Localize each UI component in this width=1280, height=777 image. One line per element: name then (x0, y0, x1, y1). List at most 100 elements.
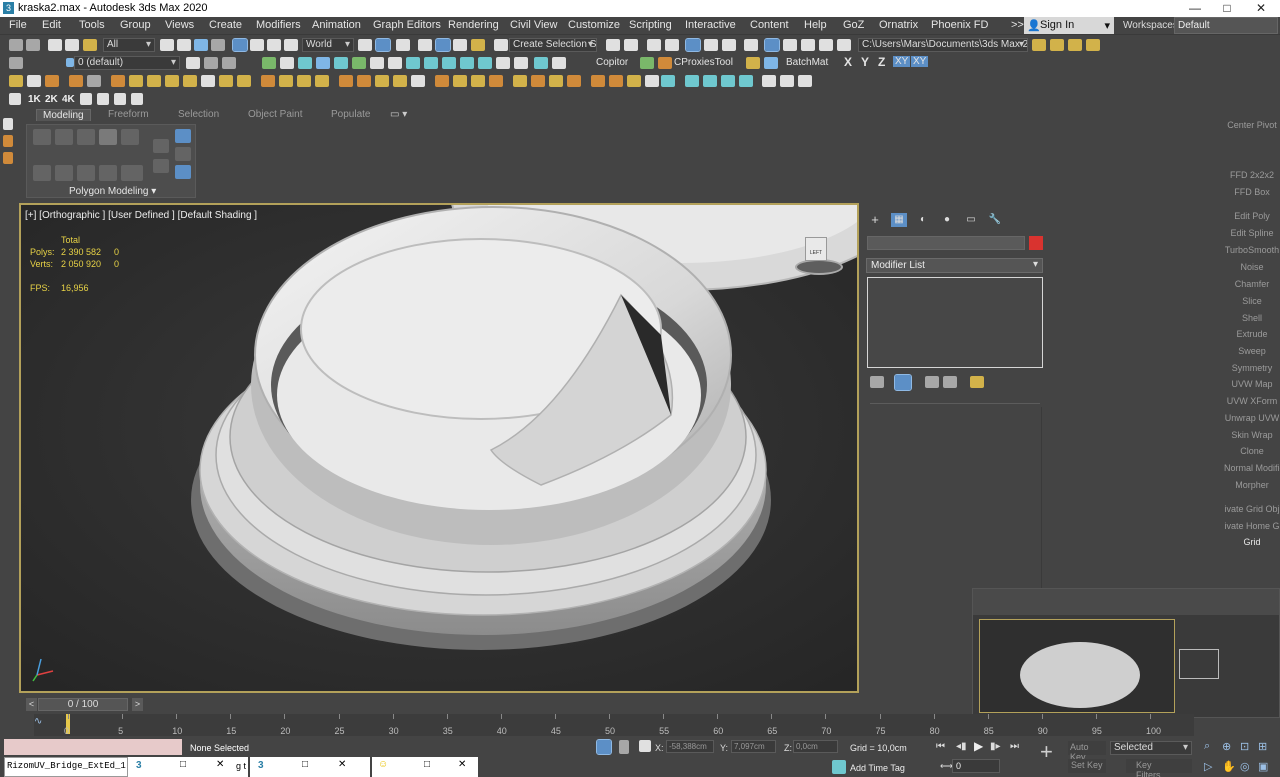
tool-icon-38[interactable] (721, 75, 735, 87)
menu-customize[interactable]: Customize (568, 19, 620, 31)
taskbar-window-3[interactable]: ☺ □ ✕ (372, 757, 478, 777)
script-icon-6[interactable] (352, 57, 366, 69)
minimize-button[interactable]: — (1180, 0, 1210, 17)
modbtn-ffd-box[interactable]: FFD Box (1224, 187, 1280, 197)
motion-tab-icon[interactable]: ● (939, 213, 955, 227)
curve-editor-icon[interactable] (704, 39, 718, 51)
select-move-icon[interactable] (232, 38, 248, 52)
menu-interactive[interactable]: Interactive (685, 19, 736, 31)
maximize-button[interactable]: □ (1212, 0, 1242, 17)
vertex-mode-icon[interactable] (33, 129, 51, 145)
undo-icon[interactable] (9, 39, 23, 51)
next-frame-icon[interactable]: ▮▸ (990, 741, 1001, 752)
menu-more[interactable]: >> (1011, 19, 1024, 31)
hierarchy-tab-icon[interactable]: ◐ (915, 213, 931, 227)
go-to-end-icon[interactable]: ⏭ (1010, 741, 1019, 752)
modify-tab-icon[interactable]: ▦ (891, 213, 907, 227)
tool-icon-36[interactable] (685, 75, 699, 87)
menu-content[interactable]: Content (750, 19, 789, 31)
select-object-icon[interactable] (160, 39, 174, 51)
modbtn-chamfer[interactable]: Chamfer (1224, 279, 1280, 289)
tab-populate[interactable]: Populate (331, 109, 370, 120)
crop-icon[interactable] (80, 93, 92, 105)
toggle-modifier-icon[interactable] (175, 147, 191, 161)
taskbar-close-icon-2[interactable]: ✕ (338, 759, 346, 770)
copitor-icon[interactable] (640, 57, 654, 69)
snaps-toggle-icon[interactable] (418, 39, 432, 51)
mirror-icon[interactable] (606, 39, 620, 51)
res-4k-button[interactable]: 4K (62, 94, 75, 105)
curve-editor-mini-icon[interactable]: ∿ (34, 716, 42, 727)
script-icon-12[interactable] (460, 57, 474, 69)
play-icon[interactable]: ▶ (974, 739, 983, 753)
tool-icon-33[interactable] (627, 75, 641, 87)
percent-snap-icon[interactable] (453, 39, 467, 51)
tool-icon-22[interactable] (411, 75, 425, 87)
close-button[interactable]: ✕ (1246, 0, 1276, 17)
reference-coordinate-dropdown[interactable]: World (302, 38, 354, 52)
y-coord-field[interactable]: 7,097cm (731, 740, 776, 753)
tool-icon-27[interactable] (513, 75, 527, 87)
tool-icon-32[interactable] (609, 75, 623, 87)
select-scale-icon[interactable] (267, 39, 281, 51)
menu-scripting[interactable]: Scripting (629, 19, 672, 31)
menu-civil-view[interactable]: Civil View (510, 19, 557, 31)
zoom-extents-icon[interactable]: ⊡ (1240, 740, 1249, 753)
modbtn-shell[interactable]: Shell (1224, 313, 1280, 323)
toggle-ribbon-icon[interactable] (685, 38, 701, 52)
set-key-button[interactable]: Set Key (1068, 759, 1106, 773)
key-filters-button[interactable]: Key Filters... (1126, 759, 1192, 777)
modbtn-sweep[interactable]: Sweep (1224, 346, 1280, 356)
container-icon-3[interactable] (3, 152, 13, 164)
viewport-label[interactable]: [+] [Orthographic ] [User Defined ] [Def… (25, 210, 257, 221)
project-folder-icon[interactable] (1086, 39, 1100, 51)
utilities-tab-icon[interactable]: 🔧 (987, 213, 1003, 227)
tool-icon-28[interactable] (531, 75, 545, 87)
axis-z-button[interactable]: Z (878, 55, 885, 69)
script-icon-5[interactable] (334, 57, 348, 69)
set-key-big-icon[interactable]: + (1040, 741, 1053, 763)
select-place-icon[interactable] (284, 39, 298, 51)
link-icon[interactable] (48, 39, 62, 51)
script-icon-7[interactable] (370, 57, 384, 69)
configure-modifier-sets-icon[interactable] (970, 376, 984, 388)
modifier-stack[interactable] (867, 277, 1043, 368)
render-setup-small-icon[interactable] (9, 93, 21, 105)
script-icon-16[interactable] (552, 57, 566, 69)
container-icon-1[interactable] (3, 118, 13, 130)
tool-icon-13[interactable] (237, 75, 251, 87)
tab-object-paint[interactable]: Object Paint (248, 109, 302, 120)
tool-icon-31[interactable] (591, 75, 605, 87)
axis-y-button[interactable]: Y (861, 55, 869, 69)
material-editor-icon[interactable] (744, 39, 758, 51)
script-icon-14[interactable] (496, 57, 510, 69)
make-unique-icon[interactable] (925, 376, 939, 388)
modify-mode-icon[interactable] (33, 165, 51, 181)
zoom-icon[interactable]: ⌕ (1204, 740, 1210, 753)
tool-icon-4[interactable] (69, 75, 83, 87)
tool-icon-25[interactable] (471, 75, 485, 87)
key-mode-toggle-icon[interactable]: ⟷ (940, 761, 953, 772)
time-slider-prev-button[interactable]: < (26, 698, 37, 711)
maxscript-listener-pink[interactable] (4, 739, 182, 755)
project-open-icon[interactable] (1050, 39, 1064, 51)
isolate-selection-icon[interactable] (619, 740, 629, 754)
globe-icon[interactable] (114, 93, 126, 105)
copitor-button[interactable]: Copitor (596, 57, 628, 68)
script-icon-3[interactable] (298, 57, 312, 69)
auto-key-button[interactable]: Auto Key (1068, 741, 1106, 762)
tool-icon-41[interactable] (780, 75, 794, 87)
taskbar-restore-icon[interactable]: □ (180, 759, 186, 770)
tool-icon-7[interactable] (129, 75, 143, 87)
batchmat-button[interactable]: BatchMat (786, 57, 828, 68)
rizom-bridge-item[interactable]: RizomUV_Bridge_ExtEd_1. (4, 757, 128, 777)
tab-freeform[interactable]: Freeform (108, 109, 149, 120)
tool-icon-1[interactable] (9, 75, 23, 87)
menu-animation[interactable]: Animation (312, 19, 361, 31)
key-selection-set-dropdown[interactable]: Selected (1110, 741, 1192, 755)
workspaces-dropdown[interactable]: Default (1174, 17, 1278, 34)
tool-icon-14[interactable] (261, 75, 275, 87)
tool-icon-29[interactable] (549, 75, 563, 87)
taskbar-restore-icon-3[interactable]: □ (424, 759, 430, 770)
res-1k-button[interactable]: 1K (28, 94, 41, 105)
